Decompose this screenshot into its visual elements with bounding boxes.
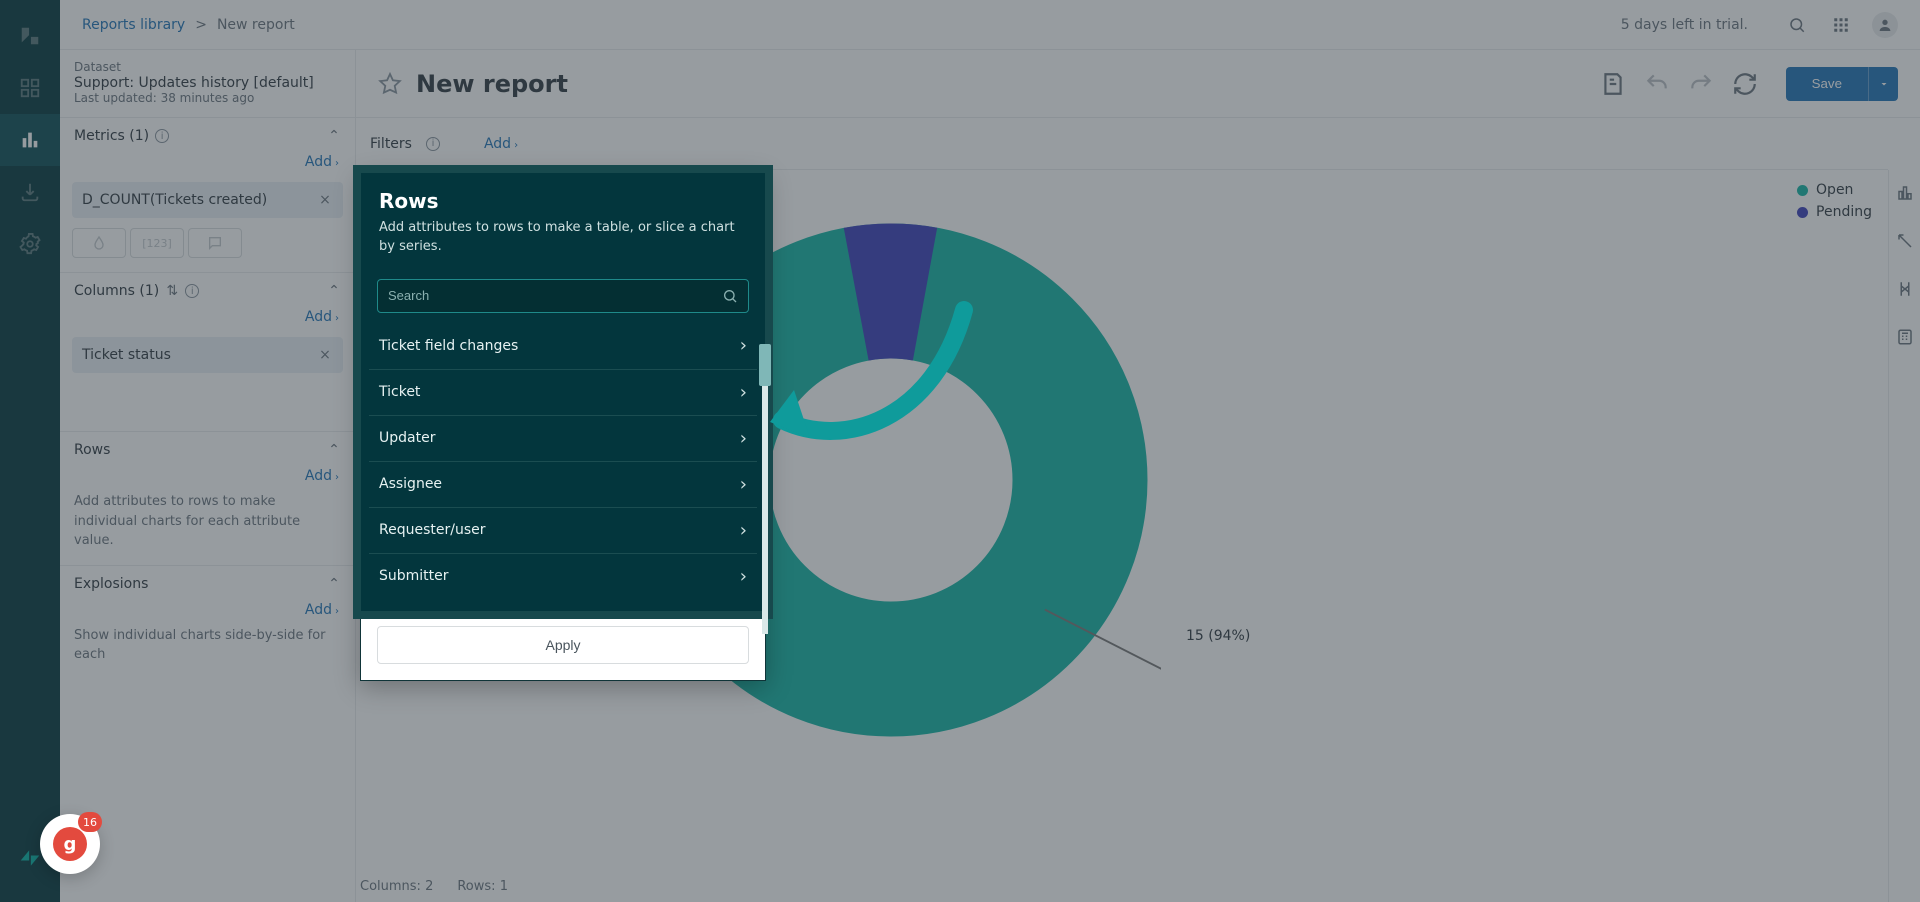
attribute-item[interactable]: Updater›	[369, 415, 757, 461]
popover-title: Rows	[379, 189, 747, 213]
attribute-list: Ticket field changes› Ticket› Updater› A…	[361, 323, 765, 611]
search-icon	[722, 288, 738, 304]
rows-attribute-popover: Rows Add attributes to rows to make a ta…	[360, 172, 766, 681]
popover-scrollbar-track	[762, 344, 768, 634]
attribute-item[interactable]: Submitter›	[369, 553, 757, 599]
chevron-right-icon: ›	[740, 428, 747, 449]
chevron-right-icon: ›	[740, 520, 747, 541]
help-guide-icon: g	[53, 827, 87, 861]
help-guide-badge: 16	[78, 812, 102, 832]
chevron-right-icon: ›	[740, 474, 747, 495]
help-guide-fab[interactable]: g 16	[40, 814, 100, 874]
attribute-search-input[interactable]	[388, 288, 722, 303]
attribute-item[interactable]: Ticket›	[369, 369, 757, 415]
modal-overlay[interactable]	[0, 0, 1920, 902]
attribute-item[interactable]: Assignee›	[369, 461, 757, 507]
attribute-search[interactable]	[377, 279, 749, 313]
chevron-right-icon: ›	[740, 566, 747, 587]
attribute-item[interactable]: Requester/user›	[369, 507, 757, 553]
chevron-right-icon: ›	[740, 382, 747, 403]
attribute-item[interactable]: Ticket field changes›	[369, 323, 757, 369]
popover-description: Add attributes to rows to make a table, …	[379, 219, 747, 257]
apply-button[interactable]: Apply	[377, 626, 749, 664]
popover-scrollbar-handle[interactable]	[759, 344, 771, 386]
chevron-right-icon: ›	[740, 335, 747, 356]
